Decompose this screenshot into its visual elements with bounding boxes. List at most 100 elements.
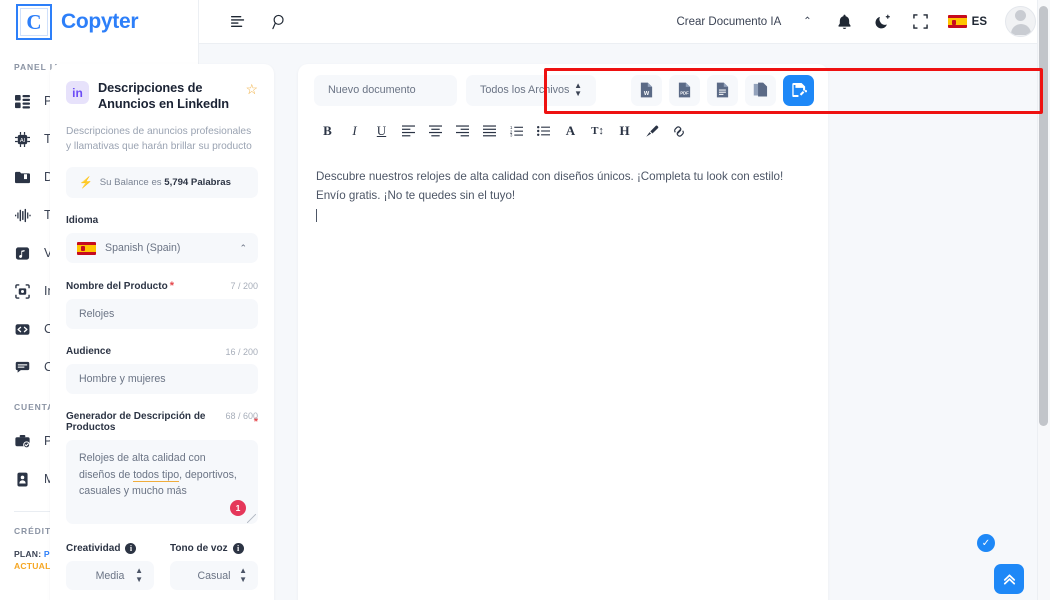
app-root: C Copyter PANEL IA Panel de Control AI T… (0, 0, 1050, 600)
align-left-icon[interactable] (221, 5, 255, 39)
brand-name: Copyter (61, 10, 139, 33)
editor-card: Nuevo documento Todos los Archivos ▲ ▼ W … (298, 64, 828, 600)
stepper-arrows-icon: ▲ ▼ (239, 566, 247, 584)
ordered-list-button[interactable]: 123 (503, 118, 530, 144)
create-document-link[interactable]: Crear Documento IA (676, 16, 781, 28)
text-cursor (316, 208, 317, 222)
file-filter-select[interactable]: Todos los Archivos ▲ ▼ (466, 74, 596, 106)
tone-field: Tono de voz i Casual ▲ ▼ (170, 526, 258, 591)
export-word-button[interactable]: W (631, 74, 662, 106)
file-filter-value: Todos los Archivos (480, 84, 570, 96)
audience-value: Hombre y mujeres (79, 373, 166, 386)
briefcase-check-icon (14, 433, 31, 450)
linkedin-icon: in (66, 81, 89, 104)
waveform-icon (14, 207, 31, 224)
stepper-arrows-icon: ▲ ▼ (574, 80, 582, 98)
template-description: Descripciones de anuncios profesionales … (66, 125, 252, 153)
stepper-arrows-icon: ▲ ▼ (135, 566, 143, 584)
document-name-value: Nuevo documento (328, 84, 416, 96)
creativity-label-text: Creatividad (66, 543, 121, 555)
chevron-up-icon: ⌃ (239, 242, 247, 253)
document-name-input[interactable]: Nuevo documento (314, 74, 457, 106)
language-select[interactable]: Spanish (Spain) ⌃ (66, 233, 258, 264)
italic-button[interactable]: I (341, 118, 368, 144)
link-button[interactable] (665, 118, 692, 144)
editor-top-bar: Nuevo documento Todos los Archivos ▲ ▼ W … (298, 64, 828, 116)
product-field-label: Nombre del Producto * 7 / 200 (66, 280, 258, 292)
topbar-left (199, 5, 297, 39)
export-text-button[interactable] (707, 74, 738, 106)
align-left-button[interactable] (395, 118, 422, 144)
search-icon[interactable] (263, 5, 297, 39)
align-justify-button[interactable] (476, 118, 503, 144)
balance-value: 5,794 Palabras (164, 177, 231, 189)
spain-flag-icon (947, 15, 967, 28)
align-center-button[interactable] (422, 118, 449, 144)
creativity-field: Creatividad i Media ▲ ▼ (66, 526, 154, 591)
template-form-card: in Descripciones de Anuncios en LinkedIn… (50, 64, 274, 600)
spain-flag-icon (77, 241, 96, 255)
font-size-button[interactable]: T↕ (584, 118, 611, 144)
svg-text:W: W (644, 91, 650, 97)
tone-select[interactable]: Casual ▲ ▼ (170, 561, 258, 591)
svg-text:3: 3 (510, 133, 513, 137)
bold-button[interactable]: B (314, 118, 341, 144)
creativity-value: Media (95, 569, 125, 582)
generator-label-text: Generador de Descripción de Productos (66, 411, 206, 434)
favorite-star-icon[interactable]: ☆ (245, 82, 258, 96)
save-document-button[interactable] (783, 74, 814, 106)
folder-icon (14, 169, 31, 186)
avatar[interactable] (1005, 6, 1036, 37)
heading-button[interactable]: H (611, 118, 638, 144)
dashboard-icon (14, 93, 31, 110)
bell-icon[interactable] (828, 5, 862, 39)
chevron-up-icon[interactable]: ⌃ (785, 16, 823, 27)
status-check-badge[interactable]: ✓ (977, 534, 995, 552)
scrollbar-thumb[interactable] (1039, 6, 1048, 426)
brand-logo[interactable]: C Copyter (0, 0, 198, 44)
spellcheck-error-text: todos tipo (133, 468, 180, 482)
product-counter: 7 / 200 (230, 281, 258, 292)
bolt-icon: ⚡ (79, 177, 93, 190)
generator-textarea[interactable]: Relojes de alta calidad con diseños de t… (66, 440, 258, 525)
svg-text:PDF: PDF (680, 91, 689, 96)
id-card-icon (14, 471, 31, 488)
editor-paragraph: Descubre nuestros relojes de alta calida… (316, 170, 784, 202)
unordered-list-button[interactable] (530, 118, 557, 144)
audience-counter: 16 / 200 (225, 346, 258, 357)
generator-field-label: Generador de Descripción de Productos * … (66, 411, 258, 433)
music-note-icon (14, 245, 31, 262)
chip-ai-icon: AI (14, 131, 31, 148)
product-label-text: Nombre del Producto (66, 280, 168, 292)
product-name-input[interactable]: Relojes (66, 299, 258, 330)
export-pdf-button[interactable]: PDF (669, 74, 700, 106)
font-color-button[interactable]: A (557, 118, 584, 144)
error-count-badge[interactable]: 1 (230, 500, 246, 517)
info-icon[interactable]: i (125, 543, 137, 555)
copy-document-button[interactable] (745, 74, 776, 106)
page-scrollbar[interactable] (1037, 0, 1050, 600)
info-icon[interactable]: i (232, 543, 244, 555)
brand-mark: C (16, 4, 52, 40)
creativity-label: Creatividad i (66, 543, 154, 555)
required-asterisk: * (169, 280, 174, 293)
underline-button[interactable]: U (368, 118, 395, 144)
camera-icon (14, 283, 31, 300)
language-code: ES (971, 15, 987, 28)
creativity-select[interactable]: Media ▲ ▼ (66, 561, 154, 591)
audience-label-text: Audience (66, 346, 112, 358)
chat-icon (14, 359, 31, 376)
formatting-toolbar: B I U 123 A T↕ H (298, 116, 828, 146)
topbar: Crear Documento IA ⌃ ES (199, 0, 1050, 44)
language-label-text: Idioma (66, 215, 99, 227)
moon-icon[interactable] (866, 5, 900, 39)
audience-input[interactable]: Hombre y mujeres (66, 364, 258, 395)
highlight-button[interactable] (638, 118, 665, 144)
fullscreen-icon[interactable] (904, 5, 938, 39)
editor-content[interactable]: Descubre nuestros relojes de alta calida… (298, 146, 828, 222)
resize-handle[interactable] (247, 514, 256, 524)
language-selector[interactable]: ES (942, 15, 997, 28)
scroll-to-top-button[interactable] (994, 564, 1024, 594)
align-right-button[interactable] (449, 118, 476, 144)
tone-label: Tono de voz i (170, 543, 258, 555)
